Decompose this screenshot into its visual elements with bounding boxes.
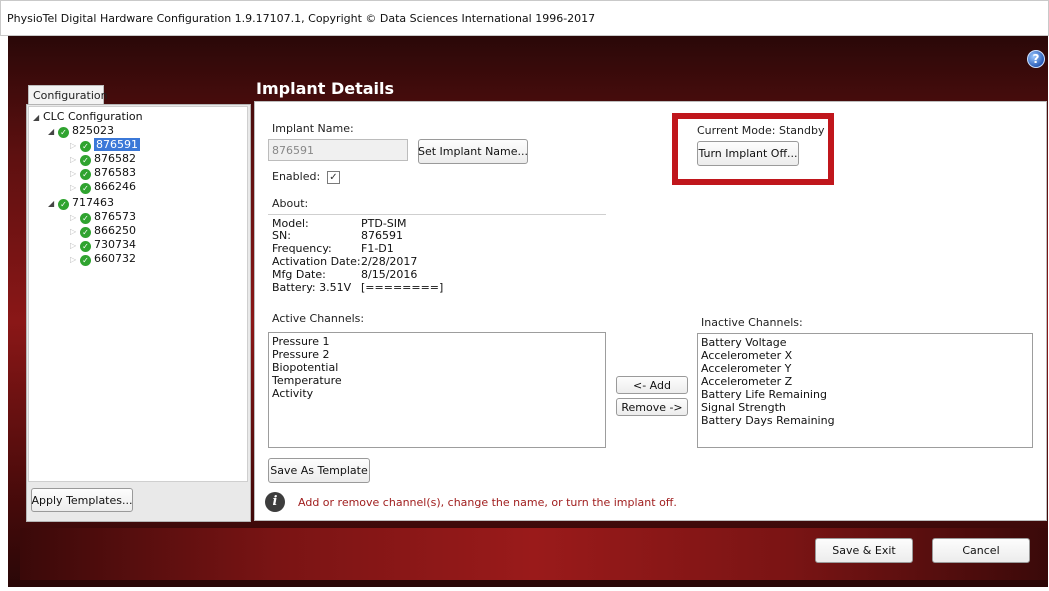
tree-item-label: 660732 xyxy=(94,252,136,265)
ok-check-icon: ✓ xyxy=(80,155,91,166)
list-item[interactable]: Signal Strength xyxy=(701,401,1029,414)
cancel-button[interactable]: Cancel xyxy=(932,538,1030,563)
list-item[interactable]: Pressure 2 xyxy=(272,348,602,361)
set-implant-name-button[interactable]: Set Implant Name... xyxy=(418,139,528,164)
tree-item-876591[interactable]: ▷ ✓ 876591 xyxy=(70,138,140,152)
ok-check-icon: ✓ xyxy=(80,141,91,152)
tree-group-label: 825023 xyxy=(72,124,114,137)
collapsed-triangle-icon[interactable]: ▷ xyxy=(70,139,80,152)
tree-item-label: 876582 xyxy=(94,152,136,165)
info-message: Add or remove channel(s), change the nam… xyxy=(298,496,677,509)
active-channels-label: Active Channels: xyxy=(272,312,365,325)
ok-check-icon: ✓ xyxy=(58,127,69,138)
list-item[interactable]: Battery Days Remaining xyxy=(701,414,1029,427)
tree-group-825023[interactable]: ◢ ✓ 825023 xyxy=(48,124,114,138)
save-exit-button[interactable]: Save & Exit xyxy=(815,538,913,563)
list-item[interactable]: Accelerometer Y xyxy=(701,362,1029,375)
tree-item-660732[interactable]: ▷ ✓ 660732 xyxy=(70,252,136,266)
implant-name-label: Implant Name: xyxy=(272,122,354,135)
tree-item-label: 876583 xyxy=(94,166,136,179)
expand-triangle-icon[interactable]: ◢ xyxy=(48,197,58,210)
collapsed-triangle-icon[interactable]: ▷ xyxy=(70,225,80,238)
about-mfg-value: 8/15/2016 xyxy=(361,268,418,281)
expand-triangle-icon[interactable]: ◢ xyxy=(48,125,58,138)
about-sn-value: 876591 xyxy=(361,229,403,242)
tree-item-730734[interactable]: ▷ ✓ 730734 xyxy=(70,238,136,252)
expand-triangle-icon[interactable]: ◢ xyxy=(33,111,43,124)
about-activation-key: Activation Date: xyxy=(272,255,361,268)
tree-item-label: 866250 xyxy=(94,224,136,237)
ok-check-icon: ✓ xyxy=(80,241,91,252)
tree-group-717463[interactable]: ◢ ✓ 717463 xyxy=(48,196,114,210)
list-item[interactable]: Temperature xyxy=(272,374,602,387)
tree-root[interactable]: ◢ CLC Configuration xyxy=(33,110,143,123)
ok-check-icon: ✓ xyxy=(80,227,91,238)
tree-item-876573[interactable]: ▷ ✓ 876573 xyxy=(70,210,136,224)
inactive-channels-label: Inactive Channels: xyxy=(701,316,803,329)
about-divider xyxy=(268,214,606,215)
collapsed-triangle-icon[interactable]: ▷ xyxy=(70,181,80,194)
list-item[interactable]: Battery Voltage xyxy=(701,336,1029,349)
help-icon[interactable]: ? xyxy=(1027,50,1045,68)
implant-details-panel xyxy=(254,101,1047,521)
tree-root-label: CLC Configuration xyxy=(43,110,143,123)
tree-item-label: 866246 xyxy=(94,180,136,193)
active-channels-list[interactable]: Pressure 1 Pressure 2 Biopotential Tempe… xyxy=(268,332,606,448)
collapsed-triangle-icon[interactable]: ▷ xyxy=(70,239,80,252)
tree-item-label: 730734 xyxy=(94,238,136,251)
window-title: PhysioTel Digital Hardware Configuration… xyxy=(7,12,596,25)
about-mfg-key: Mfg Date: xyxy=(272,268,326,281)
highlight-annotation-box xyxy=(672,113,834,185)
tree-item-866246[interactable]: ▷ ✓ 866246 xyxy=(70,180,136,194)
tree-item-866250[interactable]: ▷ ✓ 866250 xyxy=(70,224,136,238)
list-item[interactable]: Accelerometer Z xyxy=(701,375,1029,388)
tree-item-876583[interactable]: ▷ ✓ 876583 xyxy=(70,166,136,180)
list-item[interactable]: Accelerometer X xyxy=(701,349,1029,362)
about-battery-key: Battery: 3.51V xyxy=(272,281,352,294)
about-battery-value: [========] xyxy=(361,281,444,294)
collapsed-triangle-icon[interactable]: ▷ xyxy=(70,167,80,180)
about-activation-value: 2/28/2017 xyxy=(361,255,418,268)
ok-check-icon: ✓ xyxy=(80,183,91,194)
inactive-channels-list[interactable]: Battery Voltage Accelerometer X Accelero… xyxy=(697,333,1033,448)
collapsed-triangle-icon[interactable]: ▷ xyxy=(70,253,80,266)
tree-group-label: 717463 xyxy=(72,196,114,209)
page-title: Implant Details xyxy=(256,79,395,98)
ok-check-icon: ✓ xyxy=(80,255,91,266)
about-frequency-key: Frequency: xyxy=(272,242,332,255)
tab-configuration[interactable]: Configuration xyxy=(28,85,108,105)
list-item[interactable]: Battery Life Remaining xyxy=(701,388,1029,401)
title-bar: PhysioTel Digital Hardware Configuration… xyxy=(0,0,1049,36)
tree-item-label: 876573 xyxy=(94,210,136,223)
collapsed-triangle-icon[interactable]: ▷ xyxy=(70,211,80,224)
info-icon: i xyxy=(265,492,285,512)
implant-name-field[interactable]: 876591 xyxy=(268,139,408,161)
add-channel-button[interactable]: <- Add xyxy=(616,376,688,394)
list-item[interactable]: Pressure 1 xyxy=(272,335,602,348)
tree-item-label: 876591 xyxy=(94,138,140,151)
configuration-tree[interactable] xyxy=(28,106,248,482)
collapsed-triangle-icon[interactable]: ▷ xyxy=(70,153,80,166)
about-sn-key: SN: xyxy=(272,229,291,242)
list-item[interactable]: Activity xyxy=(272,387,602,400)
enabled-label: Enabled: xyxy=(272,170,321,183)
apply-templates-button[interactable]: Apply Templates... xyxy=(31,488,133,512)
ok-check-icon: ✓ xyxy=(80,169,91,180)
tree-item-876582[interactable]: ▷ ✓ 876582 xyxy=(70,152,136,166)
remove-channel-button[interactable]: Remove -> xyxy=(616,398,688,416)
ok-check-icon: ✓ xyxy=(58,199,69,210)
list-item[interactable]: Biopotential xyxy=(272,361,602,374)
save-as-template-button[interactable]: Save As Template xyxy=(268,458,370,483)
about-label: About: xyxy=(272,197,309,210)
enabled-checkbox[interactable]: ✓ xyxy=(327,171,340,184)
ok-check-icon: ✓ xyxy=(80,213,91,224)
about-frequency-value: F1-D1 xyxy=(361,242,394,255)
